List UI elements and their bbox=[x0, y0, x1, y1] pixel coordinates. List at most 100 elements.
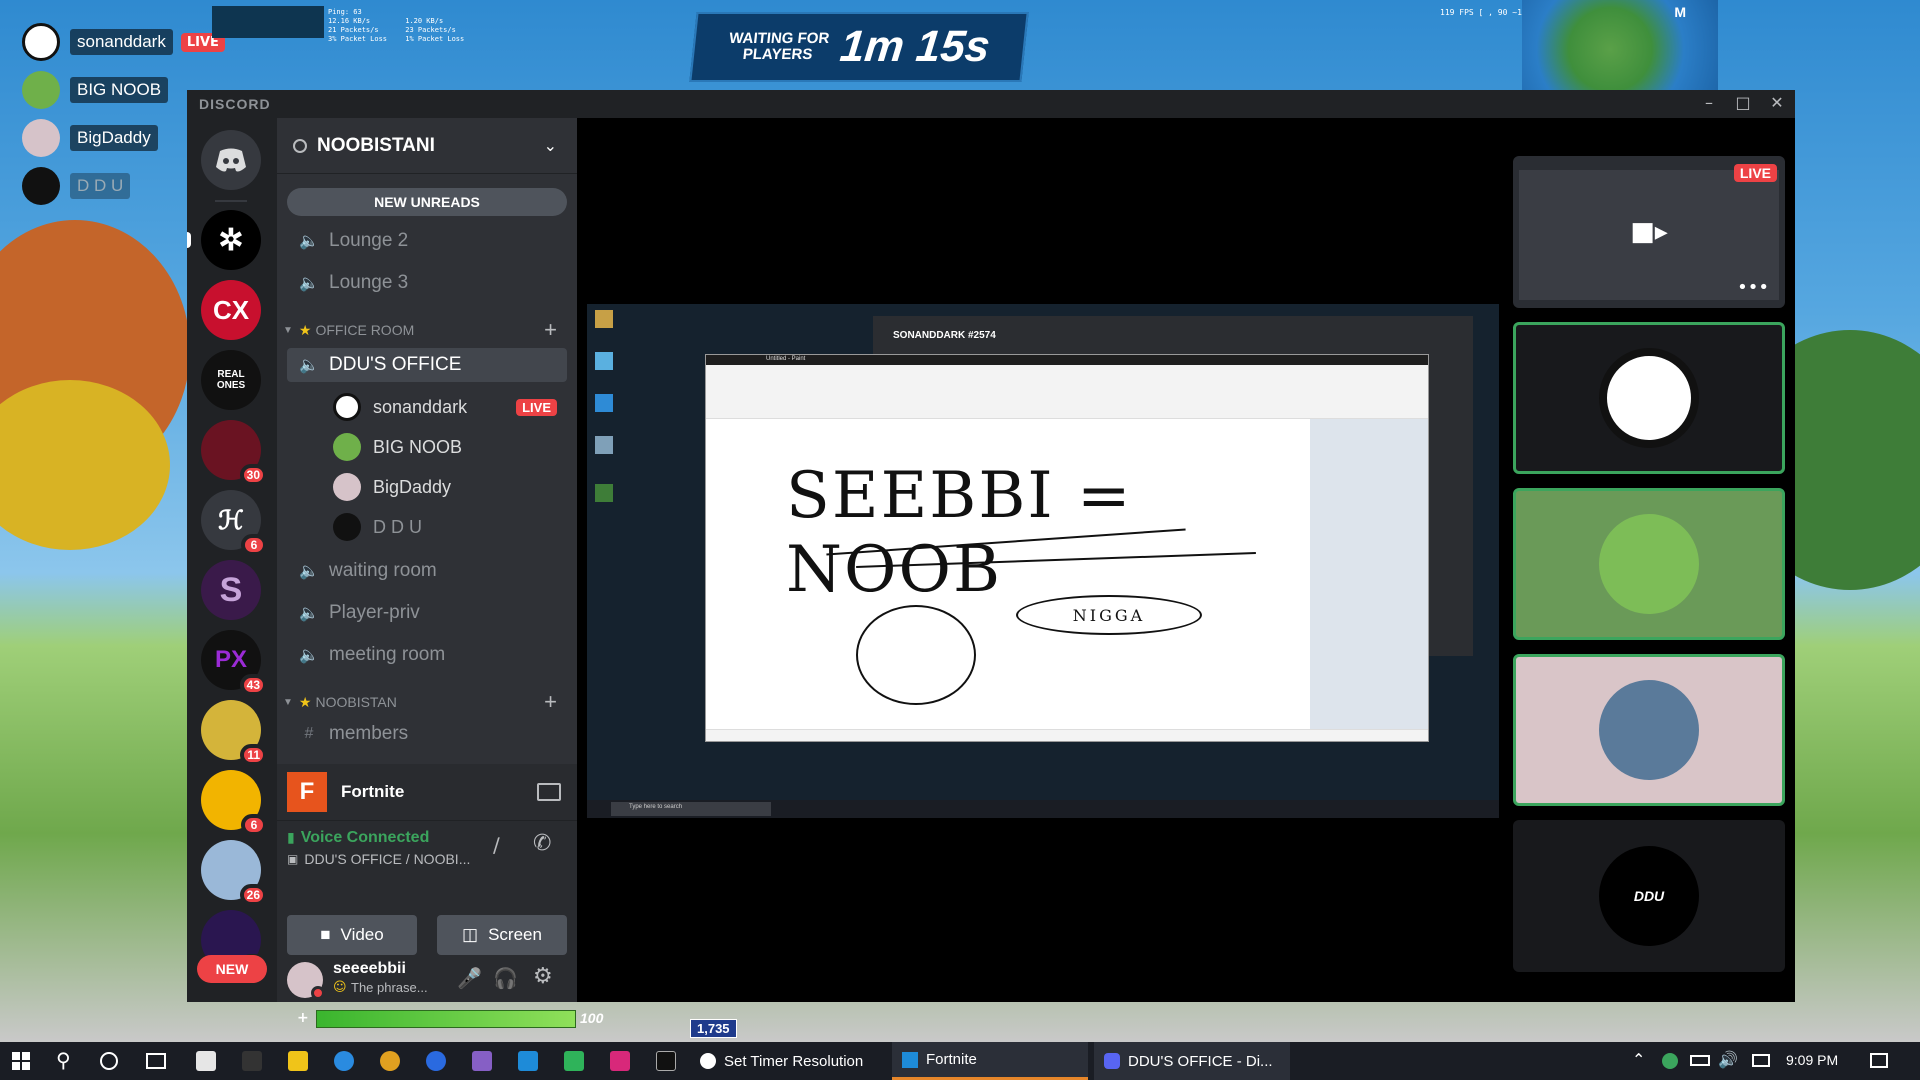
terminal-icon[interactable] bbox=[656, 1051, 676, 1071]
video-stage: SONANDDARK #2574 Untitled - Paint SEEBBI… bbox=[577, 118, 1795, 1002]
divider bbox=[215, 200, 247, 202]
dnd-status-icon bbox=[311, 986, 325, 1000]
new-unreads-pill[interactable]: NEW bbox=[197, 955, 267, 983]
add-channel-icon[interactable]: + bbox=[544, 317, 557, 343]
voice-user[interactable]: D D U bbox=[333, 508, 567, 546]
voice-user[interactable]: BIG NOOB bbox=[333, 428, 567, 466]
headphones-icon[interactable]: 🎧 bbox=[493, 966, 518, 990]
fortnite-icon: F bbox=[287, 772, 327, 812]
volume-icon[interactable]: 🔊 bbox=[1718, 1050, 1738, 1069]
disconnect-icon[interactable]: ✆ bbox=[533, 831, 551, 856]
file-explorer-icon[interactable] bbox=[288, 1051, 308, 1071]
video-button[interactable]: ■ Video bbox=[287, 915, 417, 955]
voice-user[interactable]: sonanddark LIVE bbox=[333, 388, 567, 426]
stream-preview-tile[interactable]: LIVE ■▸ ••• bbox=[1513, 156, 1785, 308]
mention-badge: 26 bbox=[239, 884, 267, 906]
participant-tile[interactable] bbox=[1513, 488, 1785, 640]
maximize-button[interactable]: □ bbox=[1726, 90, 1760, 118]
new-unreads-bar[interactable]: NEW UNREADS bbox=[287, 188, 567, 216]
participant-tile[interactable] bbox=[1513, 322, 1785, 474]
paint-canvas: SEEBBI = NOOB NIGGA bbox=[706, 419, 1310, 731]
green-status-icon[interactable] bbox=[1662, 1053, 1678, 1069]
edge-icon[interactable] bbox=[334, 1051, 354, 1071]
vscode-icon[interactable] bbox=[518, 1051, 538, 1071]
server-icon[interactable]: ℋ6 bbox=[201, 490, 267, 556]
cortana-icon[interactable] bbox=[100, 1052, 118, 1070]
signal-icon: ▮ bbox=[287, 830, 295, 846]
avatar bbox=[1599, 680, 1699, 780]
net-stats: Ping: 63 12.16 KB/s 21 Packets/s 3% Pack… bbox=[328, 8, 478, 44]
participant-tile[interactable]: DDU bbox=[1513, 820, 1785, 972]
noise-suppression-icon[interactable]: ∕ bbox=[493, 833, 500, 857]
voice-channel-meeting-room[interactable]: 🔈 meeting room bbox=[287, 638, 567, 672]
server-header[interactable]: NOOBISTANI ⌄ bbox=[277, 118, 577, 174]
network-icon[interactable] bbox=[1752, 1054, 1770, 1067]
more-options-icon[interactable]: ••• bbox=[1737, 277, 1769, 298]
task-view-icon[interactable] bbox=[146, 1053, 166, 1069]
screen-share-icon: ◫ bbox=[462, 925, 479, 944]
username[interactable]: seeeebbii bbox=[333, 960, 406, 978]
screen-share-stream[interactable]: SONANDDARK #2574 Untitled - Paint SEEBBI… bbox=[587, 304, 1499, 818]
participant-tile[interactable] bbox=[1513, 654, 1785, 806]
server-icon[interactable]: ✲ bbox=[187, 210, 261, 270]
video-camera-icon: ■ bbox=[320, 925, 331, 944]
ping-text: Ping: 63 bbox=[328, 8, 362, 16]
screen-button[interactable]: ◫ Screen bbox=[437, 915, 567, 955]
category-noobistan[interactable]: ▼ ★ NOOBISTAN + bbox=[283, 689, 573, 715]
live-badge: LIVE bbox=[1733, 164, 1777, 182]
voice-channel-lounge-3[interactable]: 🔈 Lounge 3 bbox=[287, 266, 567, 300]
server-icon[interactable]: 11 bbox=[201, 700, 267, 766]
mention-badge: 6 bbox=[241, 534, 267, 556]
server-icon[interactable]: S bbox=[201, 560, 261, 620]
windows-start-icon[interactable] bbox=[12, 1052, 30, 1070]
minimize-button[interactable]: – bbox=[1692, 90, 1726, 118]
voice-location-row: ▣ DDU'S OFFICE / NOOBI... bbox=[287, 851, 470, 867]
chrome-icon[interactable] bbox=[380, 1051, 400, 1071]
jetbrains-icon[interactable] bbox=[610, 1051, 630, 1071]
add-channel-icon[interactable]: + bbox=[544, 689, 557, 715]
server-icon[interactable]: 30 bbox=[201, 420, 267, 486]
server-icon[interactable]: CX bbox=[201, 280, 261, 340]
voice-user[interactable]: BigDaddy bbox=[333, 468, 567, 506]
taskbar-app-discord[interactable]: DDU'S OFFICE - Di... bbox=[1094, 1042, 1290, 1080]
user-panel: seeeebbii The phrase... ☺ 🎤 🎧 ⚙ bbox=[277, 956, 577, 1002]
voice-status[interactable]: Voice Connected bbox=[301, 829, 430, 847]
search-icon[interactable]: ⚲ bbox=[56, 1048, 71, 1072]
screen-share-icon[interactable] bbox=[537, 783, 561, 801]
pycharm-icon[interactable] bbox=[564, 1051, 584, 1071]
microphone-icon[interactable]: 🎤 bbox=[457, 966, 482, 990]
voice-location[interactable]: DDU'S OFFICE / NOOBI... bbox=[304, 851, 470, 867]
chevron-up-icon[interactable]: ⌃ bbox=[1632, 1050, 1645, 1069]
channel-label: members bbox=[329, 723, 409, 744]
voice-channel-waiting-room[interactable]: 🔈 waiting room bbox=[287, 554, 567, 588]
server-icon[interactable]: 26 bbox=[201, 840, 267, 906]
desktop-icon bbox=[595, 484, 613, 502]
visual-studio-icon[interactable] bbox=[472, 1051, 492, 1071]
voice-channel-player-priv[interactable]: 🔈 Player-priv bbox=[287, 596, 567, 630]
app-n-icon[interactable] bbox=[242, 1051, 262, 1071]
battery-icon[interactable] bbox=[1690, 1055, 1710, 1066]
chevron-down-icon: ⌄ bbox=[543, 136, 557, 155]
voice-username: BigDaddy bbox=[373, 476, 452, 497]
minimap: M bbox=[1522, 0, 1718, 90]
app-w-icon[interactable] bbox=[426, 1051, 446, 1071]
notifications-icon[interactable] bbox=[1870, 1053, 1888, 1068]
server-icon[interactable]: REAL ONES bbox=[201, 350, 261, 410]
desktop-icon bbox=[595, 394, 613, 412]
chevron-down-icon: ▼ bbox=[283, 324, 293, 336]
clock[interactable]: 9:09 PM bbox=[1786, 1052, 1838, 1068]
close-button[interactable]: ✕ bbox=[1760, 90, 1794, 118]
store-icon[interactable] bbox=[196, 1051, 216, 1071]
category-office-room[interactable]: ▼ ★ OFFICE ROOM + bbox=[283, 317, 573, 343]
server-icon[interactable]: 6 bbox=[201, 770, 267, 836]
server-initials: REAL ONES bbox=[216, 369, 246, 391]
voice-channel-lounge-2[interactable]: 🔈 Lounge 2 bbox=[287, 224, 567, 258]
voice-channel-ddus-office[interactable]: 🔈 DDU'S OFFICE bbox=[287, 348, 567, 382]
taskbar-app-fortnite[interactable]: Fortnite bbox=[892, 1042, 1088, 1080]
server-icon[interactable]: PX 43 bbox=[201, 630, 267, 696]
paint-workspace bbox=[1310, 419, 1428, 731]
taskbar-app-timer[interactable]: Set Timer Resolution bbox=[690, 1042, 886, 1080]
text-channel-members[interactable]: # members bbox=[287, 720, 567, 748]
gear-icon[interactable]: ⚙ bbox=[533, 964, 553, 989]
home-button[interactable] bbox=[201, 130, 261, 190]
